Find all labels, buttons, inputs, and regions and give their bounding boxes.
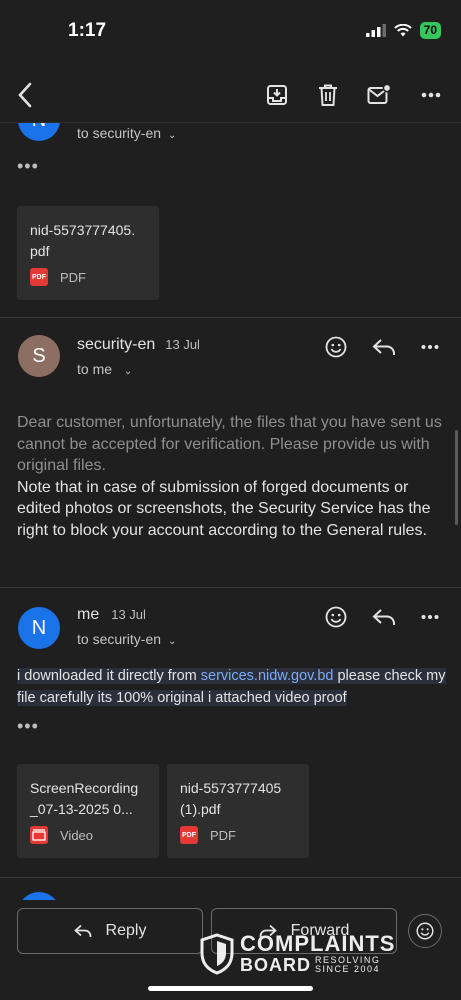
status-time: 1:17 (68, 20, 107, 41)
message-body: Dear customer, unfortunately, the files … (17, 412, 447, 541)
reply-icon[interactable] (372, 608, 396, 626)
recipient-text: to me (77, 361, 113, 377)
back-icon[interactable] (10, 80, 40, 110)
show-trimmed-content-icon[interactable]: ••• (17, 156, 39, 177)
next-message-peek (18, 892, 60, 900)
recipient-line[interactable]: to security-en ⌄ (77, 631, 176, 647)
sender-line: me 13 Jul (77, 606, 146, 624)
avatar-letter: S (32, 344, 46, 367)
emoji-icon (416, 922, 434, 940)
chevron-down-icon: ⌄ (123, 366, 133, 377)
status-icons: 70 (365, 22, 441, 39)
pdf-file-icon: PDF (180, 826, 198, 844)
emoji-react-icon[interactable] (325, 606, 347, 628)
show-trimmed-content-icon[interactable]: ••• (17, 716, 39, 737)
message-body: i downloaded it directly from services.n… (17, 666, 447, 709)
signal-icon (365, 24, 386, 37)
attachment-name: ScreenRecording _07-13-2025 0... (30, 780, 139, 817)
avatar-letter: N (32, 123, 46, 132)
attachment-card[interactable]: ScreenRecording _07-13-2025 0... Video (17, 764, 159, 858)
body-paragraph-muted: Dear customer, unfortunately, the files … (17, 414, 442, 474)
avatar[interactable]: N (18, 607, 60, 649)
attachment-type: PDF PDF (180, 826, 236, 844)
home-indicator[interactable] (148, 986, 313, 991)
sender-line: security-en 13 Jul (77, 336, 200, 354)
sender-name: security-en (77, 336, 156, 353)
message-date: 13 Jul (111, 607, 146, 622)
attachment-card[interactable]: nid-5573777405 (1).pdf PDF PDF (167, 764, 309, 858)
recipient-line[interactable]: to security-en ⌄ (77, 125, 176, 141)
reply-icon (73, 924, 92, 938)
recipient-text: to security-en (77, 631, 162, 647)
mark-unread-icon[interactable] (364, 80, 394, 110)
video-file-icon (30, 826, 48, 844)
pdf-file-icon: PDF (30, 268, 48, 286)
attachment-type-label: PDF (210, 827, 236, 843)
attachment-type-label: PDF (60, 269, 86, 285)
delete-icon[interactable] (313, 80, 343, 110)
watermark-text: COMPLAINTS BOARD RESOLVING SINCE 2004 (240, 931, 396, 976)
attachment-type-label: Video (60, 827, 94, 843)
attachment-card[interactable]: nid-5573777405. pdf PDF PDF (17, 206, 159, 300)
avatar: N (18, 123, 60, 141)
attachment-type: Video (30, 826, 93, 844)
reply-icon[interactable] (372, 338, 396, 356)
sender-name: me (77, 606, 100, 623)
recipient-text: to security-en (77, 125, 162, 141)
message-divider (0, 877, 461, 878)
reply-label: Reply (105, 922, 147, 939)
emoji-react-icon[interactable] (325, 336, 347, 358)
watermark-line1: COMPLAINTS (240, 931, 396, 956)
complaints-board-watermark: COMPLAINTS BOARD RESOLVING SINCE 2004 (200, 933, 395, 975)
reply-button[interactable]: Reply (17, 908, 203, 954)
more-options-icon[interactable] (416, 80, 446, 110)
message-divider (0, 587, 461, 588)
shield-logo-icon (200, 933, 234, 975)
message-divider (0, 317, 461, 318)
battery-indicator: 70 (419, 22, 441, 39)
message-1[interactable]: N to security-en ⌄ ••• nid-5573777405. p… (0, 123, 461, 317)
chevron-down-icon: ⌄ (167, 636, 177, 647)
attachment-name: nid-5573777405. pdf (30, 222, 136, 259)
recipient-line[interactable]: to me ⌄ (77, 361, 132, 377)
watermark-line2: BOARD (240, 955, 311, 975)
message-date: 13 Jul (165, 337, 200, 352)
chevron-down-icon: ⌄ (167, 130, 177, 141)
wifi-icon (393, 24, 412, 37)
body-paragraph: Note that in case of submission of forge… (17, 478, 431, 539)
avatar[interactable]: S (18, 335, 60, 377)
message-more-icon[interactable] (421, 344, 439, 350)
message-more-icon[interactable] (421, 614, 439, 620)
watermark-sub2: SINCE 2004 (315, 964, 381, 974)
body-link[interactable]: services.nidw.gov.bd (200, 668, 334, 684)
emoji-react-button[interactable] (408, 914, 442, 948)
scrollbar[interactable] (455, 430, 458, 525)
archive-icon[interactable] (262, 80, 292, 110)
attachment-name: nid-5573777405 (1).pdf (180, 780, 282, 817)
body-text-prefix: i downloaded it directly from (17, 668, 201, 684)
attachment-type: PDF PDF (30, 268, 86, 286)
avatar-letter: N (31, 616, 47, 639)
